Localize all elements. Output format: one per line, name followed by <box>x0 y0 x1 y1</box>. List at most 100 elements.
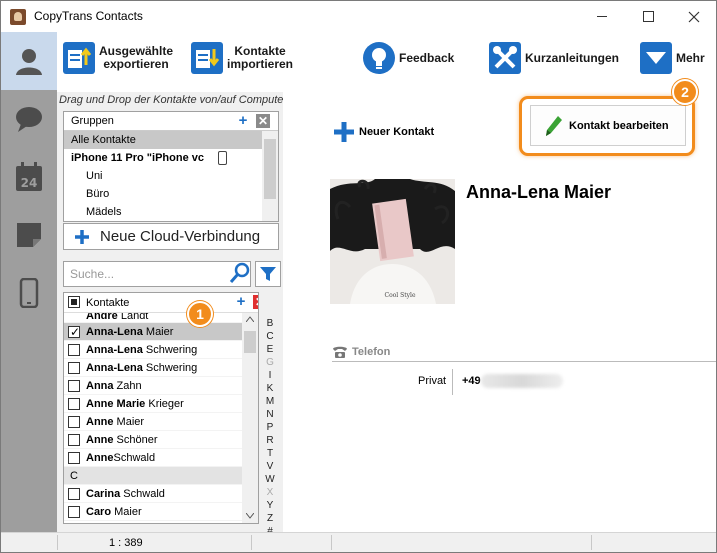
person-icon <box>16 49 42 75</box>
contact-first-name: Andre <box>86 313 118 322</box>
rail-device[interactable] <box>1 264 57 322</box>
close-icon <box>688 11 700 22</box>
edit-contact-button[interactable]: Kontakt bearbeiten <box>530 105 686 146</box>
alphabet-letter[interactable]: K <box>267 382 274 395</box>
new-contact-button[interactable]: Neuer Kontakt <box>333 121 434 143</box>
delete-group-button[interactable]: ✕ <box>256 114 270 128</box>
contact-row[interactable]: Carina Schwald <box>64 485 242 503</box>
quick-guides-label: Kurzanleitungen <box>525 50 620 65</box>
import-label-line2: importieren <box>227 57 294 71</box>
contact-last-name: Schöner <box>113 434 158 446</box>
rail-notes[interactable] <box>1 206 57 264</box>
contact-checkbox[interactable] <box>68 434 80 446</box>
phone-number-value[interactable]: +49 <box>462 375 481 387</box>
contact-row[interactable]: Anne Maier <box>64 413 242 431</box>
filter-icon <box>260 267 276 281</box>
contact-checkbox[interactable] <box>68 344 80 356</box>
contact-first-name: Anna-Lena <box>86 326 143 338</box>
contact-photo-image: Cool Style <box>330 179 455 304</box>
alphabet-letter[interactable]: G <box>266 356 274 369</box>
group-item-maedels[interactable]: Mädels <box>64 203 262 221</box>
contact-first-name: Carina <box>86 488 121 500</box>
import-contacts-button[interactable]: Kontakte importieren <box>191 40 293 76</box>
status-divider <box>57 535 58 550</box>
new-cloud-connection-button[interactable]: Neue Cloud-Verbindung <box>63 223 279 250</box>
navigation-rail: 24 <box>1 32 57 532</box>
scroll-down-icon[interactable] <box>246 513 254 519</box>
rail-contacts[interactable] <box>1 32 57 90</box>
maximize-button[interactable] <box>625 1 671 32</box>
rail-messages[interactable] <box>1 90 57 148</box>
alphabet-letter[interactable]: V <box>267 460 274 473</box>
contact-row[interactable]: Caro Maier <box>64 503 242 521</box>
contact-row[interactable]: AnneSchwald <box>64 449 242 467</box>
alphabet-letter[interactable]: P <box>267 421 274 434</box>
select-all-checkbox[interactable] <box>68 296 80 308</box>
contact-checkbox[interactable] <box>68 380 80 392</box>
add-contact-mini-button[interactable]: + <box>234 294 248 309</box>
export-selected-button[interactable]: Ausgewählte exportieren <box>63 40 173 76</box>
contact-row[interactable]: Anne Schöner <box>64 431 242 449</box>
contact-last-name: Maier <box>113 416 145 428</box>
search-icon[interactable] <box>229 262 251 284</box>
alphabet-letter[interactable]: X <box>267 486 274 499</box>
alphabet-letter[interactable]: R <box>266 434 273 447</box>
add-group-button[interactable]: + <box>236 113 250 128</box>
plus-icon <box>75 229 89 244</box>
telephone-icon <box>333 346 347 358</box>
contact-last-name: Schwald <box>113 452 156 464</box>
alphabet-letter[interactable]: W <box>265 473 274 486</box>
contacts-scroll-thumb[interactable] <box>244 331 256 353</box>
contact-checkbox[interactable] <box>68 416 80 428</box>
filter-button[interactable] <box>255 261 281 287</box>
contact-checkbox[interactable] <box>68 452 80 464</box>
contact-row[interactable]: Anna-Lena Schwering <box>64 359 242 377</box>
contact-row[interactable]: Andre Landt <box>64 313 242 323</box>
alphabet-letter[interactable]: Y <box>267 499 274 512</box>
more-button[interactable]: Mehr <box>640 40 705 76</box>
groups-scroll-thumb[interactable] <box>264 139 276 199</box>
scroll-up-icon[interactable] <box>246 316 254 322</box>
alphabet-letter[interactable]: I <box>269 369 272 382</box>
alphabet-letter[interactable]: Z <box>267 512 273 525</box>
alphabet-letter[interactable]: E <box>267 343 274 356</box>
contact-checkbox[interactable] <box>68 506 80 518</box>
contacts-list: Kontakte + ✕ Andre Landt Anna-Lena Maier… <box>63 292 259 524</box>
contact-row[interactable]: Anna Zahn <box>64 377 242 395</box>
group-item-uni[interactable]: Uni <box>64 167 262 185</box>
contact-row[interactable]: Anna-Lena Schwering <box>64 341 242 359</box>
app-window: CopyTrans Contacts 24 Ausgewählte export… <box>0 0 717 553</box>
groups-panel: Gruppen + ✕ Alle Kontakte iPhone 11 Pro … <box>63 111 279 222</box>
group-item-buero[interactable]: Büro <box>64 185 262 203</box>
contact-checkbox[interactable] <box>68 488 80 500</box>
rail-calendar[interactable]: 24 <box>1 148 57 206</box>
contact-checkbox[interactable] <box>68 398 80 410</box>
delete-contact-button[interactable]: ✕ <box>253 295 258 309</box>
contact-row[interactable]: Anne Marie Krieger <box>64 395 242 413</box>
minimize-button[interactable] <box>579 1 625 32</box>
alphabet-letter[interactable]: M <box>266 395 274 408</box>
group-item-iphone[interactable]: iPhone 11 Pro "iPhone vc <box>64 149 262 167</box>
contact-first-name: Anna <box>86 380 114 392</box>
alphabet-letter[interactable]: B <box>267 317 274 330</box>
groups-scrollbar[interactable] <box>262 131 278 221</box>
contacts-scrollbar[interactable] <box>242 313 258 523</box>
alphabet-letter[interactable]: T <box>267 447 273 460</box>
quick-guides-button[interactable]: Kurzanleitungen <box>489 40 619 76</box>
contacts-header: Kontakte + ✕ <box>64 293 258 313</box>
feedback-button[interactable]: Feedback <box>363 40 454 76</box>
contact-checkbox[interactable] <box>68 362 80 374</box>
contact-checkbox[interactable] <box>68 323 80 341</box>
group-item-all[interactable]: Alle Kontakte <box>64 131 262 149</box>
alphabet-letter[interactable]: C <box>266 330 273 343</box>
contact-row-selected[interactable]: Anna-Lena Maier <box>64 323 242 341</box>
cloud-label: Neue Cloud-Verbindung <box>100 228 261 245</box>
search-input[interactable]: Suche... <box>63 261 251 287</box>
alphabet-letter[interactable]: N <box>266 408 273 421</box>
close-button[interactable] <box>671 1 716 32</box>
tools-icon <box>489 42 521 74</box>
svg-text:Cool Style: Cool Style <box>384 292 415 299</box>
drag-drop-hint: Drag und Drop der Kontakte von/auf Compu… <box>59 94 283 106</box>
phone-type-label: Privat <box>418 375 447 387</box>
status-divider <box>251 535 252 550</box>
